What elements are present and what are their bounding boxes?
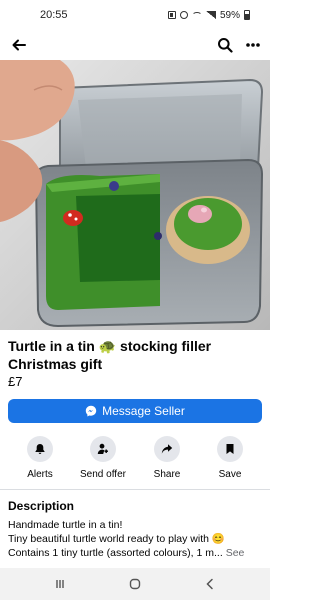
alarm-icon (179, 11, 188, 19)
save-circle (217, 436, 243, 462)
recents-button[interactable] (52, 576, 68, 592)
status-icons: 59% (167, 9, 250, 21)
more-button[interactable] (242, 34, 264, 56)
nfc-icon (167, 11, 176, 19)
status-bar: 20:55 59% (0, 0, 270, 30)
alerts-label: Alerts (27, 469, 53, 480)
save-label: Save (218, 469, 242, 480)
wifi-icon (191, 11, 202, 19)
listing-price: £7 (8, 374, 23, 389)
battery-icon (244, 10, 250, 20)
description-line: Tiny beautiful turtle world ready to pla… (8, 533, 225, 545)
description-line-text: Contains 1 tiny turtle (assorted colours… (8, 547, 223, 559)
description-heading: Description (8, 499, 75, 513)
recents-icon (56, 580, 64, 588)
description-line: Handmade turtle in a tin! (8, 519, 123, 531)
listing-title: Turtle in a tin 🐢 stocking filler Christ… (8, 338, 212, 372)
send-offer-button[interactable]: Send offer (71, 436, 135, 482)
share-icon (161, 444, 173, 454)
home-icon (129, 578, 141, 590)
section-divider (0, 489, 270, 490)
share-circle (154, 436, 180, 462)
listing-photo[interactable] (0, 60, 270, 330)
search-button[interactable] (214, 34, 236, 56)
description-line-last: Contains 1 tiny turtle (assorted colours… (8, 546, 244, 560)
send-offer-circle (90, 436, 116, 462)
turtle-tin-image (0, 60, 270, 330)
bookmark-icon (226, 444, 234, 454)
search-icon (218, 38, 233, 53)
share-button[interactable]: Share (135, 436, 199, 482)
save-button[interactable]: Save (198, 436, 262, 482)
home-button[interactable] (127, 576, 143, 592)
alerts-button[interactable]: Alerts (8, 436, 72, 482)
back-button[interactable] (8, 34, 30, 56)
send-offer-icon (97, 443, 108, 454)
message-seller-label: Message Seller (102, 404, 185, 418)
send-offer-label: Send offer (80, 469, 126, 480)
android-nav-bar (0, 568, 270, 600)
more-icon (246, 43, 260, 47)
share-label: Share (153, 469, 181, 480)
signal-icon (205, 11, 216, 19)
android-back-icon (206, 578, 213, 590)
see-more-link[interactable]: See (226, 547, 245, 559)
alerts-circle (27, 436, 53, 462)
messenger-icon (85, 405, 97, 417)
status-time: 20:55 (40, 9, 68, 21)
back-arrow-icon (12, 39, 26, 51)
message-seller-button[interactable]: Message Seller (8, 399, 262, 423)
bell-icon (35, 444, 45, 454)
top-nav (0, 30, 270, 60)
android-back-button[interactable] (202, 576, 218, 592)
battery-percent: 59% (219, 9, 240, 21)
